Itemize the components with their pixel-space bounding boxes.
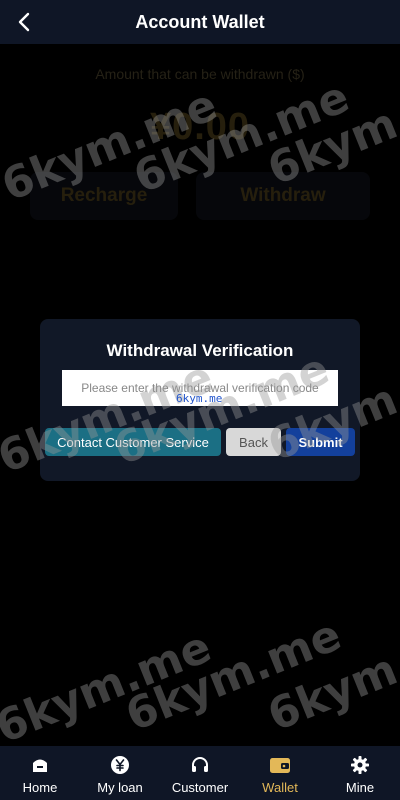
tab-label: Mine xyxy=(345,780,375,795)
top-bar: Account Wallet xyxy=(0,0,400,44)
page-title: Account Wallet xyxy=(135,11,265,32)
tab-mine[interactable]: Mine xyxy=(320,746,400,800)
home-icon xyxy=(29,754,51,776)
tab-label: Customer xyxy=(171,780,229,795)
contact-customer-service-button[interactable]: Contact Customer Service xyxy=(45,428,221,456)
back-arrow-button[interactable] xyxy=(8,6,40,38)
withdrawal-verification-dialog: Withdrawal Verification Contact Customer… xyxy=(40,319,360,481)
yen-coin-icon xyxy=(109,754,131,776)
tab-label: Home xyxy=(22,780,58,795)
dialog-title: Withdrawal Verification xyxy=(106,341,294,360)
tab-my-loan[interactable]: My loan xyxy=(80,746,160,800)
back-button[interactable]: Back xyxy=(226,428,281,456)
tab-wallet[interactable]: Wallet xyxy=(240,746,320,800)
headset-icon xyxy=(189,754,211,776)
wallet-icon xyxy=(269,754,291,776)
tab-label: Wallet xyxy=(262,780,298,795)
tab-home[interactable]: Home xyxy=(0,746,80,800)
verification-code-input[interactable] xyxy=(62,370,338,406)
submit-button[interactable]: Submit xyxy=(286,428,355,456)
gear-icon xyxy=(349,754,371,776)
tab-customer[interactable]: Customer xyxy=(160,746,240,800)
chevron-left-icon xyxy=(18,12,30,32)
bottom-tab-bar: Home My loan Customer Wallet Mine xyxy=(0,746,400,800)
tab-label: My loan xyxy=(97,780,143,795)
